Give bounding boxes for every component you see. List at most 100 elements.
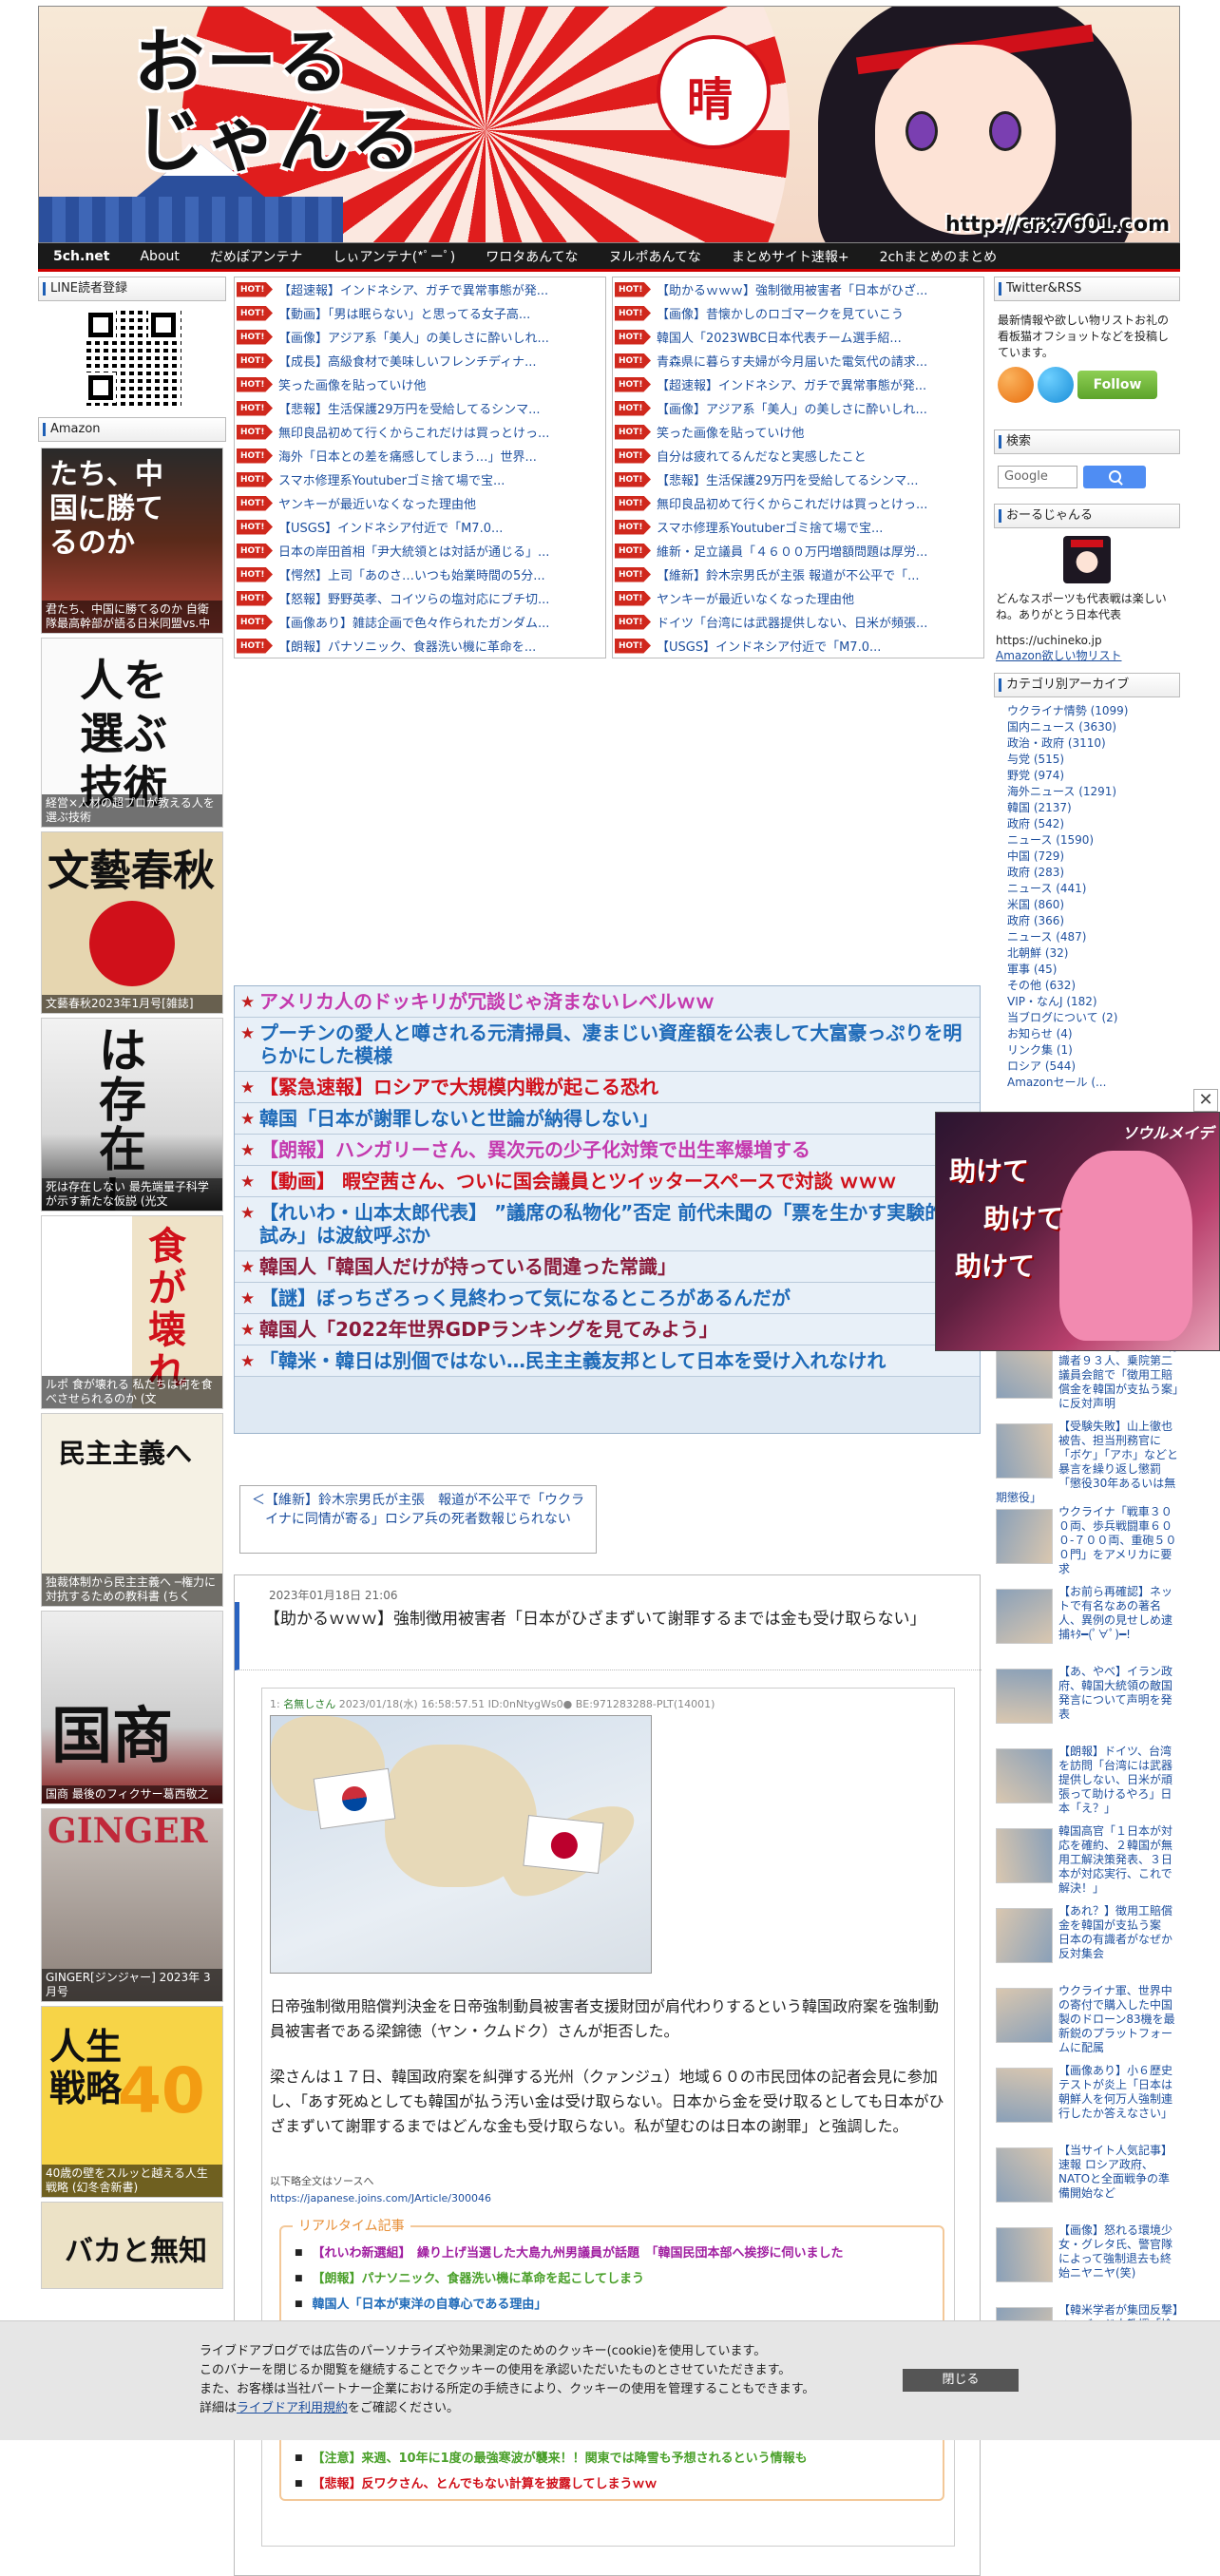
sidebar-news-item[interactable]: 【当サイト人気記事】速報 ロシア政府、NATOと全面戦争の準備開始など [994,2144,1180,2223]
rss-item[interactable]: HOT! 【画像】昔懐かしのロゴマークを見ていこう [613,301,983,325]
category-link[interactable]: ニュース (441) [1007,881,1180,897]
category-link[interactable]: 米国 (860) [1007,897,1180,913]
rss-item[interactable]: HOT! 韓国人「2023WBC日本代表チーム選手紹... [613,325,983,349]
pickup-headline[interactable]: 韓国「日本が謝罪しないと世論が納得しない」 [235,1103,980,1135]
sidebar-news-item[interactable]: 【お前ら再確認】ネットで有名なあの著名人、異例の見せしめ逮捕ｷﾀ━(ﾟ∀ﾟ)━! [994,1585,1180,1665]
sidebar-news-item[interactable]: 【朗報】ドイツ、台湾を訪問「台湾には武器提供しない、日米が頑張って助けるやろ」日… [994,1745,1180,1824]
cookie-close-button[interactable]: 閉じる [903,2369,1019,2392]
category-link[interactable]: 中国 (729) [1007,849,1180,865]
rss-item[interactable]: HOT! 無印良品初めて行くからこれだけは買っとけっ... [235,420,605,444]
category-link[interactable]: お知らせ (4) [1007,1026,1180,1042]
prev-article-link[interactable]: ＜【維新】鈴木宗男氏が主張 報道が不公平で「ウクライナに同情が寄る」ロシア兵の死… [239,1485,597,1554]
rss-item[interactable]: HOT! 【成長】高級食材で美味しいフレンチディナ... [235,349,605,372]
sidebar-news-item[interactable]: 【画像あり】小６歴史テストが炎上「日本は朝鮮人を何万人強制連行したか答えなさい」 [994,2064,1180,2144]
category-link[interactable]: 政府 (542) [1007,816,1180,832]
line-qr-code[interactable] [83,307,181,406]
amazon-book-7[interactable]: 国商 国商 最後のフィクサー葛西敬之 [41,1611,223,1804]
nav-shii[interactable]: しぃアンテナ(*ﾟーﾟ) [317,247,470,266]
category-link[interactable]: ニュース (487) [1007,929,1180,945]
category-link[interactable]: ニュース (1590) [1007,832,1180,849]
sidebar-news-item[interactable]: 【あ、やべ】イラン政府、韓国大統領の敵国発言について声明を発表 [994,1665,1180,1745]
pickup-headline[interactable]: アメリカ人のドッキリが冗談じゃ済まないレベルｗｗ [235,986,980,1018]
rss-item[interactable]: HOT! 青森県に暮らす夫婦が今月届いた電気代の請求... [613,349,983,372]
hatena-icon[interactable] [1038,367,1074,403]
rss-item[interactable]: HOT! 維新・足立議員「４６００万円増額問題は厚労... [613,539,983,563]
rss-item[interactable]: HOT! ヤンキーが最近いなくなった理由他 [235,491,605,515]
article-map-image[interactable] [270,1715,652,1974]
category-link[interactable]: 当ブログについて (2) [1007,1010,1180,1026]
amazon-book-2[interactable]: 人を選ぶ技術 経営×人材の超プロが教える人を選ぶ技術 [41,638,223,828]
pickup-headline[interactable]: 韓国人「2022年世界GDPランキングを見てみよう」 [235,1314,980,1345]
rss-item[interactable]: HOT! ヤンキーが最近いなくなった理由他 [613,586,983,610]
category-link[interactable]: Amazonセール (... [1007,1075,1180,1091]
pickup-headline[interactable]: 【緊急速報】ロシアで大規模内戦が起こる恐れ [235,1072,980,1103]
category-link[interactable]: 軍事 (45) [1007,962,1180,978]
rss-item[interactable]: HOT! 【USGS】インドネシア付近で「M7.0... [235,515,605,539]
rss-item[interactable]: HOT! 日本の岸田首相「尹大統領とは対話が通じる」... [235,539,605,563]
category-link[interactable]: リンク集 (1) [1007,1042,1180,1059]
site-banner[interactable]: おーる じゃんる 晴 http://crx7601.com [38,6,1180,243]
amazon-book-3[interactable]: 文藝春秋 文藝春秋2023年1月号[雑誌] [41,831,223,1014]
amazon-book-1[interactable]: たち、中国に勝てるのか 君たち、中国に勝てるのか 自衛隊最高幹部が語る日米同盟v… [41,448,223,634]
pickup-headline[interactable]: 【れいわ・山本太郎代表】 ”議席の私物化”否定 前代未聞の「票を生かす実験的な試… [235,1197,980,1251]
rss-item[interactable]: HOT! 【超速報】インドネシア、ガチで異常事態が発... [235,277,605,301]
nav-5ch[interactable]: 5ch.net [38,249,124,264]
rss-item[interactable]: HOT! スマホ修理系Youtuberゴミ捨て場で宝... [613,515,983,539]
amazon-book-8[interactable]: GINGER GINGER[ジンジャー] 2023年 3 月号 [41,1808,223,2002]
rss-item[interactable]: HOT! 【愕然】上司「あのさ…いつも始業時間の5分... [235,563,605,586]
category-link[interactable]: 政府 (366) [1007,913,1180,929]
rss-item[interactable]: HOT! 【維新】鈴木宗男氏が主張 報道が不公平で「... [613,563,983,586]
pickup-headline[interactable]: 韓国人「韓国人だけが持っている間違った常識」 [235,1251,980,1283]
floating-ad[interactable]: ソウルメイデ 助けて 助けて 助けて [935,1112,1220,1351]
rss-item[interactable]: HOT! 【USGS】インドネシア付近で「M7.0... [613,634,983,658]
follow-button[interactable]: Follow [1077,371,1157,399]
nav-matome-sokuho[interactable]: まとめサイト速報+ [716,247,865,266]
realtime-item[interactable]: 【朗報】パナソニック、食器洗い機に革命を起こしてしまう [295,2266,844,2292]
rss-item[interactable]: HOT! 笑った画像を貼っていけ他 [235,372,605,396]
nav-damepo[interactable]: だめぽアンテナ [195,247,317,266]
sidebar-news-item[interactable]: ウクライナ「戦車３００両、歩兵戦闘車６００-７００両、重砲５００門」をアメリカに… [994,1505,1180,1585]
amazon-book-5[interactable]: 食が壊れ ルポ 食が壊れる 私たちは何を食べさせられるのか (文 [41,1215,223,1409]
search-input[interactable]: Google [998,466,1077,488]
category-link[interactable]: 韓国 (2137) [1007,800,1180,816]
rss-item[interactable]: HOT! 笑った画像を貼っていけ他 [613,420,983,444]
site-logo[interactable]: おーる じゃんる [134,24,423,180]
rss-item[interactable]: HOT! 【怒報】野野英孝、コイツらの塩対応にブチ切... [235,586,605,610]
rss-item[interactable]: HOT! 【悲報】生活保護29万円を受給してるシンマ... [235,396,605,420]
category-link[interactable]: 海外ニュース (1291) [1007,784,1180,800]
rss-item[interactable]: HOT! 【朗報】パナソニック、食器洗い機に革命を... [235,634,605,658]
realtime-item[interactable]: 【れいわ新選組】 繰り上げ当選した大島九州男議員が話題 「韓国民団本部へ挨拶に伺… [295,2241,844,2266]
realtime-item[interactable]: 【注意】来週、10年に1度の最強寒波が襲来！！関東では降雪も予想されるという情報… [295,2446,844,2471]
sidebar-news-item[interactable]: 【あれ？】徴用工賠償金を韓国が支払う案 日本の有識者がなぜか反対集会 [994,1904,1180,1984]
category-link[interactable]: 北朝鮮 (32) [1007,945,1180,962]
sidebar-news-item[interactable]: ウクライナ軍、世界中の寄付で購入した中国製のドローン83機を最新鋭のプラットフォ… [994,1984,1180,2064]
category-link[interactable]: 政府 (283) [1007,865,1180,881]
amazon-book-9[interactable]: 人生戦略 40 40歳の壁をスルッと越える人生戦略 (幻冬舎新書) [41,2006,223,2198]
nav-nurupo[interactable]: ヌルポあんてな [594,247,716,266]
pickup-headline[interactable]: プーチンの愛人と噂される元清掃員、凄まじい資産額を公表して大富豪っぷりを明らかに… [235,1018,980,1072]
pickup-headline[interactable]: 【朗報】ハンガリーさん、異次元の少子化対策で出生率爆増する [235,1135,980,1166]
terms-link[interactable]: ライブドア利用規約 [237,2401,348,2415]
sidebar-news-item[interactable]: 【受験失敗】山上徹也被告、担当刑務官に「ボケ」「アホ」などと暴言を繰り返し懲罰「… [994,1420,1180,1505]
rss-item[interactable]: HOT! 【画像あり】雑誌企画で色々作られたガンダム... [235,610,605,634]
search-button[interactable] [1083,466,1146,488]
rss-item[interactable]: HOT! ドイツ「台湾には武器提供しない、日米が頻張... [613,610,983,634]
rss-item[interactable]: HOT! 自分は疲れてるんだなと実感したこと [613,444,983,467]
sidebar-news-item[interactable]: 【画像】怒れる環境少女・グレタ氏、警官隊によって強制退去も終始ニヤニヤ(笑) [994,2223,1180,2303]
nav-warota[interactable]: ワロタあんてな [470,247,593,266]
rss-item[interactable]: HOT! 無印良品初めて行くからこれだけは買っとけっ... [613,491,983,515]
amazon-book-4[interactable]: は存在し 死は存在しない 最先端量子科学が示す新たな仮説 (光文 [41,1018,223,1212]
sidebar-news-item[interactable]: 【まじで？】 日本の有識者９３人、乗院第二議員会館で「徴用工賠償金を韓国が支払う… [994,1340,1180,1420]
nav-matome-no-matome[interactable]: 2chまとめのまとめ [865,247,1012,266]
amazon-book-10[interactable]: バカと無知 [41,2202,223,2289]
rss-item[interactable]: HOT! 【画像】アジア系「美人」の美しさに酔いしれ... [613,396,983,420]
pickup-headline[interactable]: 【動画】 暇空茜さん、ついに国会議員とツイッタースペースで対談 ｗｗｗ [235,1166,980,1197]
wish-link[interactable]: Amazon欲しい物リスト [994,648,1180,663]
realtime-item[interactable]: 【悲報】反ワクさん、とんでもない計算を披露してしまうｗｗ [295,2471,844,2497]
amazon-book-6[interactable]: 民主主義へ 独裁体制から民主主義へ ─権力に対抗するための教科書 (ちく [41,1413,223,1607]
category-link[interactable]: その他 (632) [1007,978,1180,994]
rss-item[interactable]: HOT! 【悲報】生活保護29万円を受給してるシンマ... [613,467,983,491]
source-link[interactable]: https://japanese.joins.com/JArticle/3000… [270,2192,491,2204]
ad-close-button[interactable]: ✕ [1193,1089,1218,1112]
pickup-headline[interactable]: 「韓米・韓日は別個ではない…民主主義友邦として日本を受け入れなけれ [235,1345,980,1377]
